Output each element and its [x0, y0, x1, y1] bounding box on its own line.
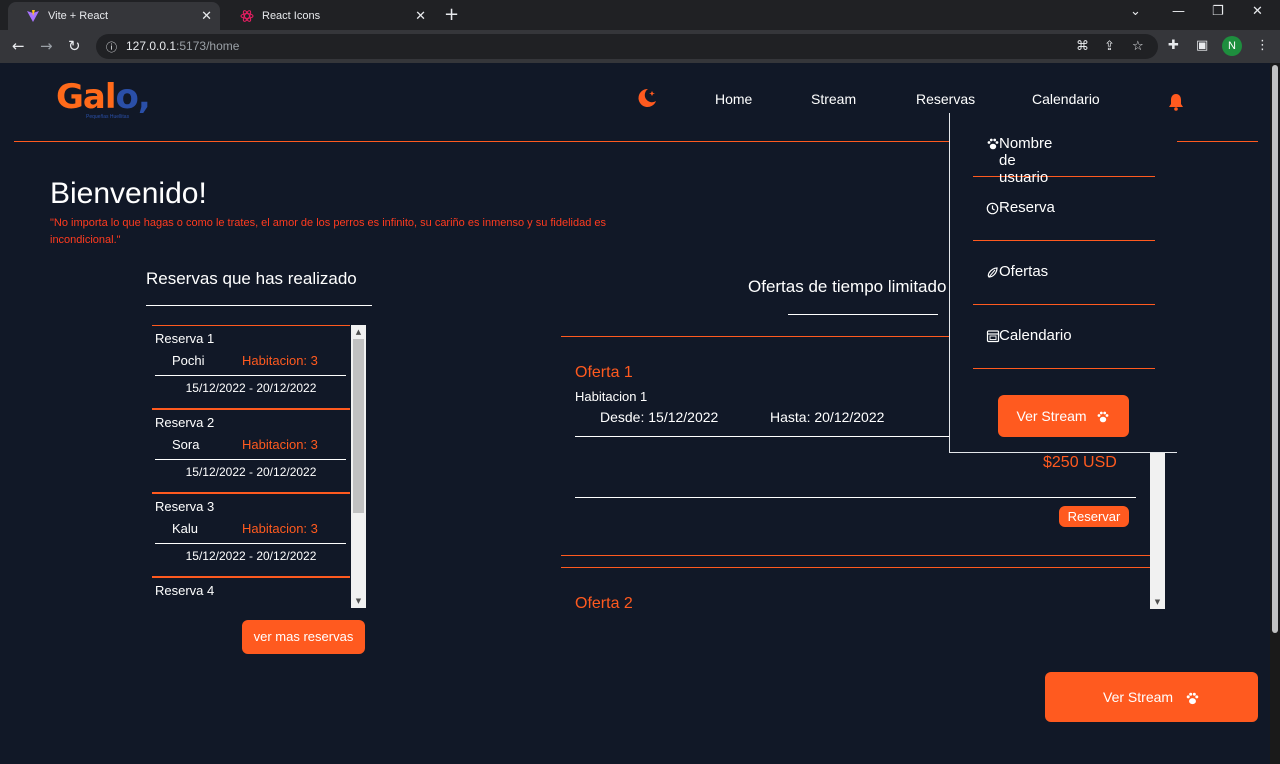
floating-ver-stream-button[interactable]: Ver Stream — [1045, 672, 1258, 722]
dropdown-item-ofertas[interactable]: Ofertas — [973, 241, 1155, 305]
react-icon — [240, 9, 254, 23]
reservation-room: Habitacion: 3 — [242, 437, 318, 452]
translate-icon[interactable]: ⌘ — [1076, 39, 1089, 54]
minimize-icon[interactable]: — — [1172, 4, 1185, 19]
offers-title-underline — [788, 314, 938, 315]
dropdown-ver-stream-button[interactable]: Ver Stream — [998, 395, 1129, 437]
welcome-title: Bienvenido! — [50, 177, 207, 210]
offer-room: Habitacion 1 — [575, 389, 648, 404]
new-tab-icon[interactable]: + — [444, 4, 459, 25]
reservation-pet: Sora — [172, 437, 200, 452]
close-tab-icon[interactable]: ✕ — [201, 8, 212, 24]
scroll-up-icon[interactable]: ▲ — [351, 325, 366, 339]
offer-to-date: Hasta: 20/12/2022 — [770, 409, 885, 425]
nav-stream[interactable]: Stream — [811, 91, 856, 107]
more-reservations-button[interactable]: ver mas reservas — [242, 620, 365, 654]
reservation-dates: 15/12/2022 - 20/12/2022 — [185, 549, 317, 563]
scroll-down-icon[interactable]: ▼ — [351, 594, 366, 608]
reservation-pet: Kalu — [172, 521, 199, 536]
tab-title: React Icons — [262, 10, 321, 22]
page-scrollbar-thumb[interactable] — [1272, 65, 1278, 633]
offer-price: $250 USD — [1043, 454, 1117, 471]
offer-from-date: Desde: 15/12/2022 — [600, 409, 719, 425]
profile-avatar[interactable]: N — [1222, 36, 1242, 56]
nav-reservas[interactable]: Reservas — [916, 91, 975, 107]
bell-icon[interactable] — [1168, 93, 1184, 115]
paw-icon — [987, 138, 999, 150]
tag-icon — [987, 266, 998, 278]
reservations-title-underline — [146, 305, 372, 306]
browser-tab-vite[interactable]: Vite + React ✕ — [8, 2, 220, 30]
page-scrollbar[interactable] — [1270, 63, 1280, 764]
url-path: :5173/home — [176, 39, 240, 53]
reservation-name: Reserva 1 — [155, 331, 215, 346]
restore-icon[interactable]: ❐ — [1212, 4, 1224, 19]
reservations-list[interactable]: Reserva 1 Pochi Habitacion: 3 15/12/2022… — [152, 325, 366, 608]
moon-icon[interactable] — [636, 87, 658, 113]
page: Galo, Pequeñas Huellitas Home Stream Res… — [0, 63, 1270, 764]
reserve-button[interactable]: Reservar — [1059, 506, 1129, 527]
share-icon[interactable]: ⇪ — [1104, 39, 1115, 54]
reservation-dates: 15/12/2022 - 20/12/2022 — [185, 381, 317, 395]
reservation-pet: Pochi — [172, 353, 205, 368]
browser-tab-react-icons[interactable]: React Icons ✕ — [222, 2, 434, 30]
scrollbar-thumb[interactable] — [353, 339, 364, 513]
dropdown-item-reserva[interactable]: Reserva — [973, 177, 1155, 241]
dropdown-item-calendario[interactable]: Calendario — [973, 305, 1155, 369]
browser-tab-strip: Vite + React ✕ React Icons ✕ + ⌄ — ❐ ✕ — [0, 0, 1280, 30]
calendar-icon — [986, 330, 1000, 343]
nav-home[interactable]: Home — [715, 91, 752, 107]
clock-icon — [986, 202, 999, 214]
info-icon[interactable]: ⓘ — [106, 39, 117, 55]
scroll-down-icon[interactable]: ▼ — [1150, 595, 1165, 609]
logo-subtitle: Pequeñas Huellitas — [86, 114, 130, 120]
reservation-card: Reserva 3 Kalu Habitacion: 3 15/12/2022 … — [152, 493, 350, 577]
url-host: 127.0.0.1 — [126, 39, 177, 53]
close-tab-icon[interactable]: ✕ — [415, 8, 426, 24]
reservation-name: Reserva 4 — [155, 583, 215, 598]
back-icon[interactable]: ← — [12, 37, 25, 55]
user-dropdown-menu: Nombre de usuario Reserva Ofertas Calend… — [949, 113, 1177, 453]
menu-icon[interactable]: ⋮ — [1256, 38, 1269, 53]
reservation-dates: 15/12/2022 - 20/12/2022 — [185, 465, 317, 479]
reload-icon[interactable]: ↻ — [68, 37, 81, 55]
welcome-quote: "No importa lo que hagas o como le trate… — [50, 217, 607, 246]
reservation-card: Reserva 1 Pochi Habitacion: 3 15/12/2022… — [152, 325, 350, 409]
dropdown-item-username[interactable]: Nombre de usuario — [973, 113, 1155, 186]
tab-search-icon[interactable]: ⌄ — [1130, 4, 1141, 19]
close-window-icon[interactable]: ✕ — [1252, 4, 1263, 19]
reservation-card: Reserva 2 Sora Habitacion: 3 15/12/2022 … — [152, 409, 350, 493]
forward-icon[interactable]: → — [40, 37, 53, 55]
bookmark-star-icon[interactable]: ☆ — [1132, 39, 1144, 54]
reservation-name: Reserva 2 — [155, 415, 215, 430]
offer-name: Oferta 2 — [575, 595, 633, 609]
offers-title: Ofertas de tiempo limitado — [748, 277, 947, 296]
address-bar[interactable]: ⓘ 127.0.0.1:5173/home ⌘ ⇪ ☆ — [96, 34, 1158, 59]
reservation-name: Reserva 3 — [155, 499, 215, 514]
offer-name: Oferta 1 — [575, 364, 633, 381]
reservation-room: Habitacion: 3 — [242, 521, 318, 536]
paw-icon — [1186, 692, 1199, 704]
reservation-room: Habitacion: 3 — [242, 353, 318, 368]
tab-title: Vite + React — [48, 10, 109, 22]
reservation-card: Reserva 4 — [152, 577, 350, 608]
reservations-title: Reservas que has realizado — [146, 269, 357, 288]
extensions-icon[interactable]: ✚ — [1168, 38, 1179, 53]
nav-calendario[interactable]: Calendario — [1032, 91, 1100, 107]
side-panel-icon[interactable]: ▣ — [1196, 38, 1208, 53]
browser-toolbar: ← → ↻ ⓘ 127.0.0.1:5173/home ⌘ ⇪ ☆ ✚ ▣ ⋮ — [0, 30, 1280, 63]
vite-icon — [26, 9, 40, 23]
logo[interactable]: Galo, — [56, 77, 151, 117]
paw-icon — [1098, 411, 1109, 423]
reservations-scrollbar[interactable]: ▲ ▼ — [351, 325, 366, 608]
